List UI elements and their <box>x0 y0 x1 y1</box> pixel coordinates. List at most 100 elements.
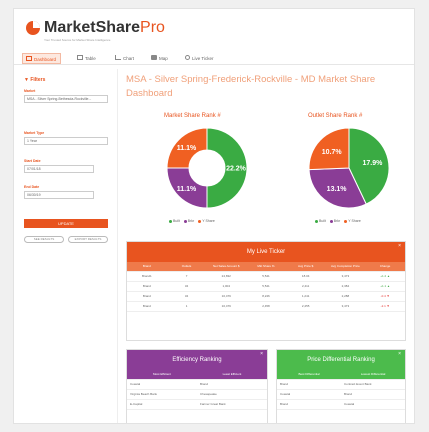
export-results-button[interactable]: EXPORT RESULTS <box>68 236 108 243</box>
table-cell: 5,541 <box>246 281 286 292</box>
table-cell: Brand <box>277 399 341 410</box>
brand-tagline: Your Trusted Source for Market Share Int… <box>44 38 111 42</box>
table-cell: Chesapeake <box>197 389 267 400</box>
column-header[interactable]: Avg Completion Price <box>325 262 366 272</box>
legend-swatch <box>315 219 318 223</box>
pie-slice-label: 11.1% <box>177 145 197 152</box>
table-cell: 2,458 <box>246 301 286 312</box>
table-cell: 1,004 <box>206 281 247 292</box>
close-icon[interactable]: × <box>260 344 263 364</box>
table-cell: 2,384 <box>325 281 366 292</box>
column-header[interactable]: Outlets <box>166 262 207 272</box>
table-cell: Brand <box>127 281 167 292</box>
table-cell: Brand1 <box>127 271 167 282</box>
start-date-input[interactable]: 07/01/18 <box>24 165 94 173</box>
end-date-label: End Date <box>24 185 40 189</box>
market-type-select[interactable]: 1 Year <box>24 137 108 145</box>
table-cell: Brand <box>341 389 405 400</box>
table-cell: 34 <box>166 291 207 302</box>
change-cell: -0.4 ▼ <box>365 291 405 302</box>
table-row[interactable]: Brand Coastal <box>277 399 405 410</box>
market-label: Market <box>24 89 36 93</box>
column-header[interactable]: Lowest Differential <box>341 370 405 380</box>
column-header[interactable]: Best Differential <box>277 370 341 380</box>
legend-swatch <box>344 219 348 223</box>
column-header[interactable]: Change <box>365 262 405 272</box>
table-cell: Brand <box>127 291 167 302</box>
top-nav: Dashboard Table Chart Map Live Ticker <box>14 51 414 65</box>
table-row[interactable]: Brand 34 10,479 8,246 1,241 2,288 -0.4 ▼ <box>127 291 405 302</box>
filters-title: ▼ Filters <box>24 77 46 83</box>
column-header[interactable]: Net Sales Amount $ <box>206 262 247 272</box>
table-cell: Farmer Great Bank <box>197 399 267 410</box>
table-cell: 1 <box>166 301 207 312</box>
table-cell: 7 <box>166 271 207 282</box>
table-row[interactable]: Coastal Brand <box>127 379 267 390</box>
change-cell: +1.1 ▲ <box>365 281 405 292</box>
table-cell: Coastal <box>277 389 341 400</box>
table-row[interactable]: Brand 1 10,479 2,458 2,455 3,473 -2.1 ▼ <box>127 301 405 312</box>
start-date-label: Start Date <box>24 159 41 163</box>
change-cell: -2.1 ▼ <box>365 301 405 312</box>
efficiency-table: Most Efficient Least Efficient Coastal Bra… <box>127 370 267 410</box>
tab-map[interactable]: Map <box>148 53 172 64</box>
table-cell: 8,246 <box>246 291 286 302</box>
app-window: MarketSharePro Your Trusted Source for M… <box>13 8 415 424</box>
table-cell: 3,473 <box>325 301 366 312</box>
table-cell: Contract Event Bank <box>341 379 405 390</box>
table-cell: 10,479 <box>206 291 247 302</box>
table-row[interactable]: Coastal Brand <box>277 389 405 400</box>
monitor-icon <box>26 56 32 62</box>
table-row[interactable]: Brand Contract Event Bank <box>277 379 405 390</box>
page-title: MSA - Silver Spring-Frederick-Rockville … <box>126 74 376 99</box>
market-select[interactable]: MSA - Silver Spring-Bethesda-Rockville..… <box>24 95 108 103</box>
tab-table[interactable]: Table <box>74 53 100 64</box>
end-date-input[interactable]: 06/30/19 <box>24 191 94 199</box>
legend-swatch <box>183 219 187 223</box>
table-row[interactable]: E-Capital Farmer Great Bank <box>127 399 267 410</box>
table-cell: Coastal <box>341 399 405 410</box>
efficiency-header: Efficiency Ranking × <box>127 350 267 370</box>
column-header[interactable]: Avg Price $ <box>285 262 326 272</box>
pie-slice-label: 10.7% <box>322 149 343 156</box>
table-row[interactable]: Virginia Beach Bank Chesapeake <box>127 389 267 400</box>
table-cell: 2,288 <box>325 291 366 302</box>
see-results-button[interactable]: SEE RESULTS <box>24 236 64 243</box>
outlet-share-pie-chart: 17.9% 13.1% 10.7% <box>308 127 390 209</box>
table-cell: 3,473 <box>325 271 366 282</box>
tab-chart[interactable]: Chart <box>112 53 138 64</box>
tab-dashboard[interactable]: Dashboard <box>22 53 62 64</box>
close-icon[interactable]: × <box>398 236 401 256</box>
table-cell: 34 <box>166 281 207 292</box>
column-header[interactable]: Least Efficient <box>197 370 267 380</box>
live-ticker-header: My Live Ticker × <box>127 242 405 262</box>
change-cell: +1.2 ▲ <box>365 271 405 282</box>
table-row[interactable]: Brand1 7 24,832 5,541 18.04 3,473 +1.2 ▲ <box>127 271 405 282</box>
filters-sidebar: ▼ Filters Market MSA - Silver Spring-Bet… <box>14 69 118 423</box>
pie-slice-label: 17.9% <box>362 160 383 167</box>
table-cell: Virginia Beach Bank <box>127 389 197 400</box>
table-icon <box>77 55 83 61</box>
table-cell: 2,411 <box>285 281 326 292</box>
column-header[interactable]: Brand <box>127 262 167 272</box>
pie-slice-label: 11.1% <box>177 186 197 193</box>
legend-swatch <box>198 219 202 223</box>
live-ticker-panel: My Live Ticker × Brand Outlets Net Sales Am… <box>126 241 406 341</box>
live-ticker-table: Brand Outlets Net Sales Amount $ Mkt Share … <box>127 262 405 312</box>
update-button[interactable]: UPDATE <box>24 219 108 228</box>
table-cell: 18.04 <box>285 271 326 282</box>
brand-name: MarketSharePro <box>44 19 165 36</box>
tab-live-ticker[interactable]: Live Ticker <box>182 53 218 64</box>
column-header[interactable]: Most Efficient <box>127 370 197 380</box>
table-cell: 1,241 <box>285 291 326 302</box>
column-header[interactable]: Mkt Share % <box>246 262 286 272</box>
price-differential-header: Price Differential Ranking × <box>277 350 405 370</box>
market-share-pie-chart: 22.2% 11.1% 11.1% <box>166 127 248 209</box>
table-cell: E-Capital <box>127 399 197 410</box>
table-row[interactable]: Brand 34 1,004 5,541 2,411 2,384 +1.1 ▲ <box>127 281 405 292</box>
table-cell: Brand <box>197 379 267 390</box>
close-icon[interactable]: × <box>398 344 401 364</box>
table-cell: 5,541 <box>246 271 286 282</box>
market-type-label: Market Type <box>24 131 45 135</box>
logo-icon <box>26 21 40 35</box>
